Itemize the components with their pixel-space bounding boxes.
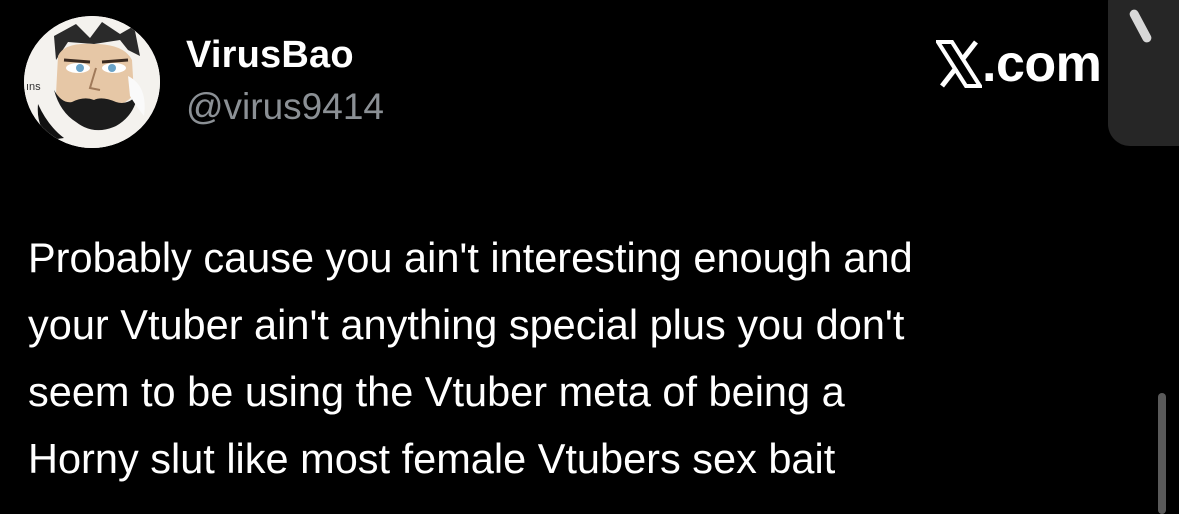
- scrollbar[interactable]: [1158, 393, 1166, 514]
- tweet-body-line: seem to be using the Vtuber meta of bein…: [28, 368, 845, 415]
- tweet-body-line: Probably cause you ain't interesting eno…: [28, 234, 913, 281]
- author-handle[interactable]: @virus9414: [186, 86, 384, 128]
- panel-grip-icon: [1128, 7, 1153, 45]
- brand-watermark: .com: [934, 34, 1102, 101]
- avatar[interactable]: ıns: [24, 16, 160, 148]
- avatar-image: ıns: [24, 16, 160, 148]
- author-display-name[interactable]: VirusBao: [186, 34, 354, 77]
- tweet-card: ıns VirusBao @virus9414 .com Probably ca…: [0, 0, 1179, 514]
- tweet-body-line: your Vtuber ain't anything special plus …: [28, 301, 905, 348]
- tweet-body-line: Horny slut like most female Vtubers sex …: [28, 435, 836, 482]
- brand-domain-text: .com: [982, 35, 1102, 93]
- side-panel-handle[interactable]: [1108, 0, 1179, 146]
- svg-text:ıns: ıns: [26, 81, 41, 93]
- x-logo-icon: [934, 34, 984, 101]
- tweet-body: Probably cause you ain't interesting eno…: [28, 224, 1138, 492]
